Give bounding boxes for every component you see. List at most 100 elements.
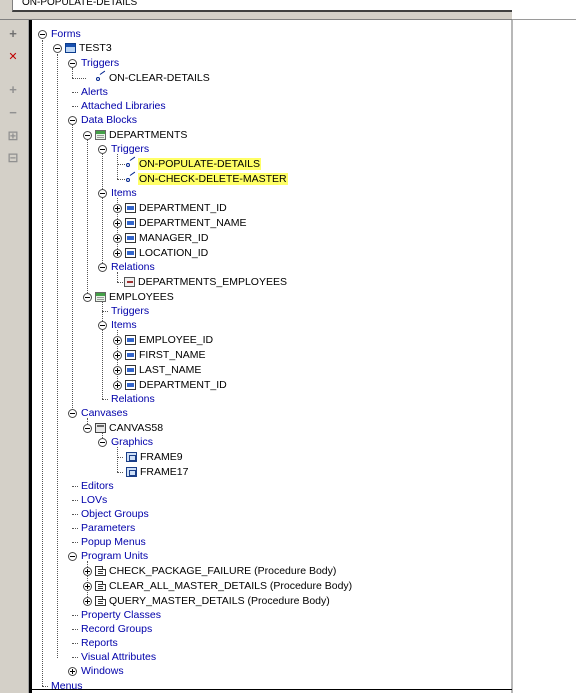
expand-icon[interactable] <box>83 566 92 576</box>
tree-node-relation-departments-employees[interactable]: DEPARTMENTS_EMPLOYEES <box>124 275 288 289</box>
collapse-icon[interactable] <box>83 423 92 433</box>
tree-node-alerts[interactable]: Alerts <box>80 85 109 99</box>
tree-node-item-location-id[interactable]: LOCATION_ID <box>113 246 209 260</box>
node-label: Record Groups <box>81 623 153 635</box>
tree-node-reports[interactable]: Reports <box>80 636 119 650</box>
tree-node-graphics[interactable]: Graphics <box>98 435 154 449</box>
tree-node-item-last-name[interactable]: LAST_NAME <box>113 363 202 377</box>
tree-node-triggers[interactable]: Triggers <box>68 56 120 70</box>
expand-icon[interactable] <box>83 581 92 591</box>
tree-node-trigger-on-populate-details[interactable]: ON-POPULATE-DETAILS <box>126 157 261 171</box>
tree-node-dept-relations[interactable]: Relations <box>98 260 156 274</box>
tree-node-canvas58[interactable]: CANVAS58 <box>83 421 164 435</box>
node-label: QUERY_MASTER_DETAILS (Procedure Body) <box>109 595 330 607</box>
tree-node-item-manager-id[interactable]: MANAGER_ID <box>113 231 209 245</box>
text-item-icon <box>125 203 136 213</box>
collapse-icon[interactable] <box>68 551 77 561</box>
expand-icon[interactable] <box>113 365 122 375</box>
collapse-icon[interactable] <box>68 408 77 418</box>
data-block-icon <box>95 130 106 140</box>
frame-icon <box>126 452 137 462</box>
tree-node-record-groups[interactable]: Record Groups <box>80 622 153 636</box>
node-label: Popup Menus <box>81 536 146 548</box>
tree-node-lovs[interactable]: LOVs <box>80 493 108 507</box>
expand-icon[interactable] <box>113 335 122 345</box>
tree-node-item-first-name[interactable]: FIRST_NAME <box>113 348 207 362</box>
tree-node-forms[interactable]: Forms <box>38 27 82 41</box>
tree-node-frame17[interactable]: FRAME17 <box>126 465 189 479</box>
node-label: DEPARTMENT_NAME <box>139 217 247 229</box>
tree-node-attached-libraries[interactable]: Attached Libraries <box>80 99 167 113</box>
text-item-icon <box>125 233 136 243</box>
node-label: CHECK_PACKAGE_FAILURE (Procedure Body) <box>109 565 337 577</box>
node-label: Property Classes <box>81 609 161 621</box>
tree-node-editors[interactable]: Editors <box>80 479 115 493</box>
tree-node-block-departments[interactable]: DEPARTMENTS <box>83 128 188 142</box>
tree-node-trigger-on-clear-details[interactable]: ON-CLEAR-DETAILS <box>96 71 211 85</box>
node-label: LOVs <box>81 494 108 506</box>
collapse-icon[interactable] <box>83 292 92 302</box>
text-item-icon <box>125 365 136 375</box>
tree-node-windows[interactable]: Windows <box>68 664 125 678</box>
expand-icon[interactable] <box>113 233 122 243</box>
node-label: TEST3 <box>79 42 112 54</box>
node-label: Parameters <box>81 522 136 534</box>
collapse-icon[interactable] <box>68 58 77 68</box>
collapse-icon[interactable] <box>68 115 77 125</box>
text-item-icon <box>125 248 136 258</box>
tree-node-popup-menus[interactable]: Popup Menus <box>80 535 147 549</box>
collapse-icon[interactable] <box>98 188 107 198</box>
tree-node-dept-items[interactable]: Items <box>98 186 138 200</box>
tree-node-item-emp-department-id[interactable]: DEPARTMENT_ID <box>113 378 228 392</box>
tree-node-item-department-id[interactable]: DEPARTMENT_ID <box>113 201 228 215</box>
tree-node-block-employees[interactable]: EMPLOYEES <box>83 290 175 304</box>
tree-node-visual-attributes[interactable]: Visual Attributes <box>80 650 157 664</box>
tree-node-frame9[interactable]: FRAME9 <box>126 450 184 464</box>
tree-node-program-units[interactable]: Program Units <box>68 549 149 563</box>
node-label: Program Units <box>81 550 149 562</box>
node-label: Triggers <box>111 143 150 155</box>
node-label: FIRST_NAME <box>139 349 206 361</box>
tree-node-canvases[interactable]: Canvases <box>68 406 129 420</box>
tree-node-property-classes[interactable]: Property Classes <box>80 608 162 622</box>
procedure-icon <box>95 581 106 591</box>
collapse-icon[interactable] <box>53 43 62 53</box>
tree-node-parameters[interactable]: Parameters <box>80 521 136 535</box>
expand-icon[interactable] <box>113 203 122 213</box>
expand-icon[interactable] <box>113 248 122 258</box>
collapse-icon[interactable] <box>98 437 107 447</box>
expand-icon[interactable] <box>113 218 122 228</box>
tree-node-item-employee-id[interactable]: EMPLOYEE_ID <box>113 333 214 347</box>
node-label: Forms <box>51 28 81 40</box>
tree-node-emp-triggers[interactable]: Triggers <box>110 304 150 318</box>
expand-icon[interactable] <box>83 596 92 606</box>
expand-icon[interactable] <box>113 380 122 390</box>
trigger-icon <box>96 73 106 83</box>
collapse-icon[interactable] <box>98 320 107 330</box>
node-label: Graphics <box>111 436 154 448</box>
collapse-icon[interactable] <box>83 130 92 140</box>
tree-node-menus[interactable]: Menus <box>50 679 84 693</box>
tree-node-emp-items[interactable]: Items <box>98 318 138 332</box>
tree-node-unit-clear-all-master-details[interactable]: CLEAR_ALL_MASTER_DETAILS (Procedure Body… <box>83 579 353 593</box>
collapse-icon[interactable] <box>38 29 47 39</box>
tree-node-form-test3[interactable]: TEST3 <box>53 41 113 55</box>
tree-node-dept-triggers[interactable]: Triggers <box>98 142 150 156</box>
node-label: Menus <box>51 680 83 692</box>
node-label: MANAGER_ID <box>139 232 209 244</box>
tree-node-emp-relations[interactable]: Relations <box>110 392 156 406</box>
tree-node-unit-check-package-failure[interactable]: CHECK_PACKAGE_FAILURE (Procedure Body) <box>83 564 337 578</box>
expand-icon[interactable] <box>68 666 77 676</box>
node-label: FRAME9 <box>140 451 183 463</box>
collapse-icon[interactable] <box>98 144 107 154</box>
tree-node-unit-query-master-details[interactable]: QUERY_MASTER_DETAILS (Procedure Body) <box>83 594 331 608</box>
expand-icon[interactable] <box>113 350 122 360</box>
tree-node-data-blocks[interactable]: Data Blocks <box>68 113 138 127</box>
collapse-icon[interactable] <box>98 262 107 272</box>
node-label: CLEAR_ALL_MASTER_DETAILS (Procedure Body… <box>109 580 353 592</box>
node-label: DEPARTMENT_ID <box>139 202 227 214</box>
node-label: ON-POPULATE-DETAILS <box>138 158 261 170</box>
tree-node-item-department-name[interactable]: DEPARTMENT_NAME <box>113 216 248 230</box>
tree-node-trigger-on-check-delete-master[interactable]: ON-CHECK-DELETE-MASTER <box>126 172 288 186</box>
tree-node-object-groups[interactable]: Object Groups <box>80 507 150 521</box>
